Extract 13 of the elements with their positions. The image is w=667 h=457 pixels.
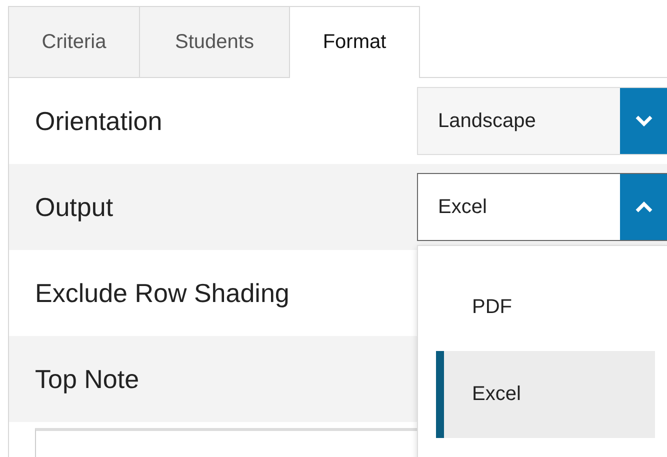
select-dropdown[interactable]: Excel [417,173,667,241]
field-label: Exclude Row Shading [35,278,290,308]
dropdown-option[interactable]: Excel [436,351,655,438]
caret-icon [634,115,652,127]
select-dropdown[interactable]: Landscape [417,87,667,155]
caret-icon [634,201,652,213]
field-label: Orientation [35,106,162,136]
tab[interactable]: Criteria [8,6,139,78]
dropdown-option[interactable]: PDF [436,264,655,351]
field-label: Top Note [35,364,140,394]
tab[interactable]: Students [139,6,289,78]
tab[interactable]: Format [289,6,420,78]
field-label: Output [35,192,114,222]
